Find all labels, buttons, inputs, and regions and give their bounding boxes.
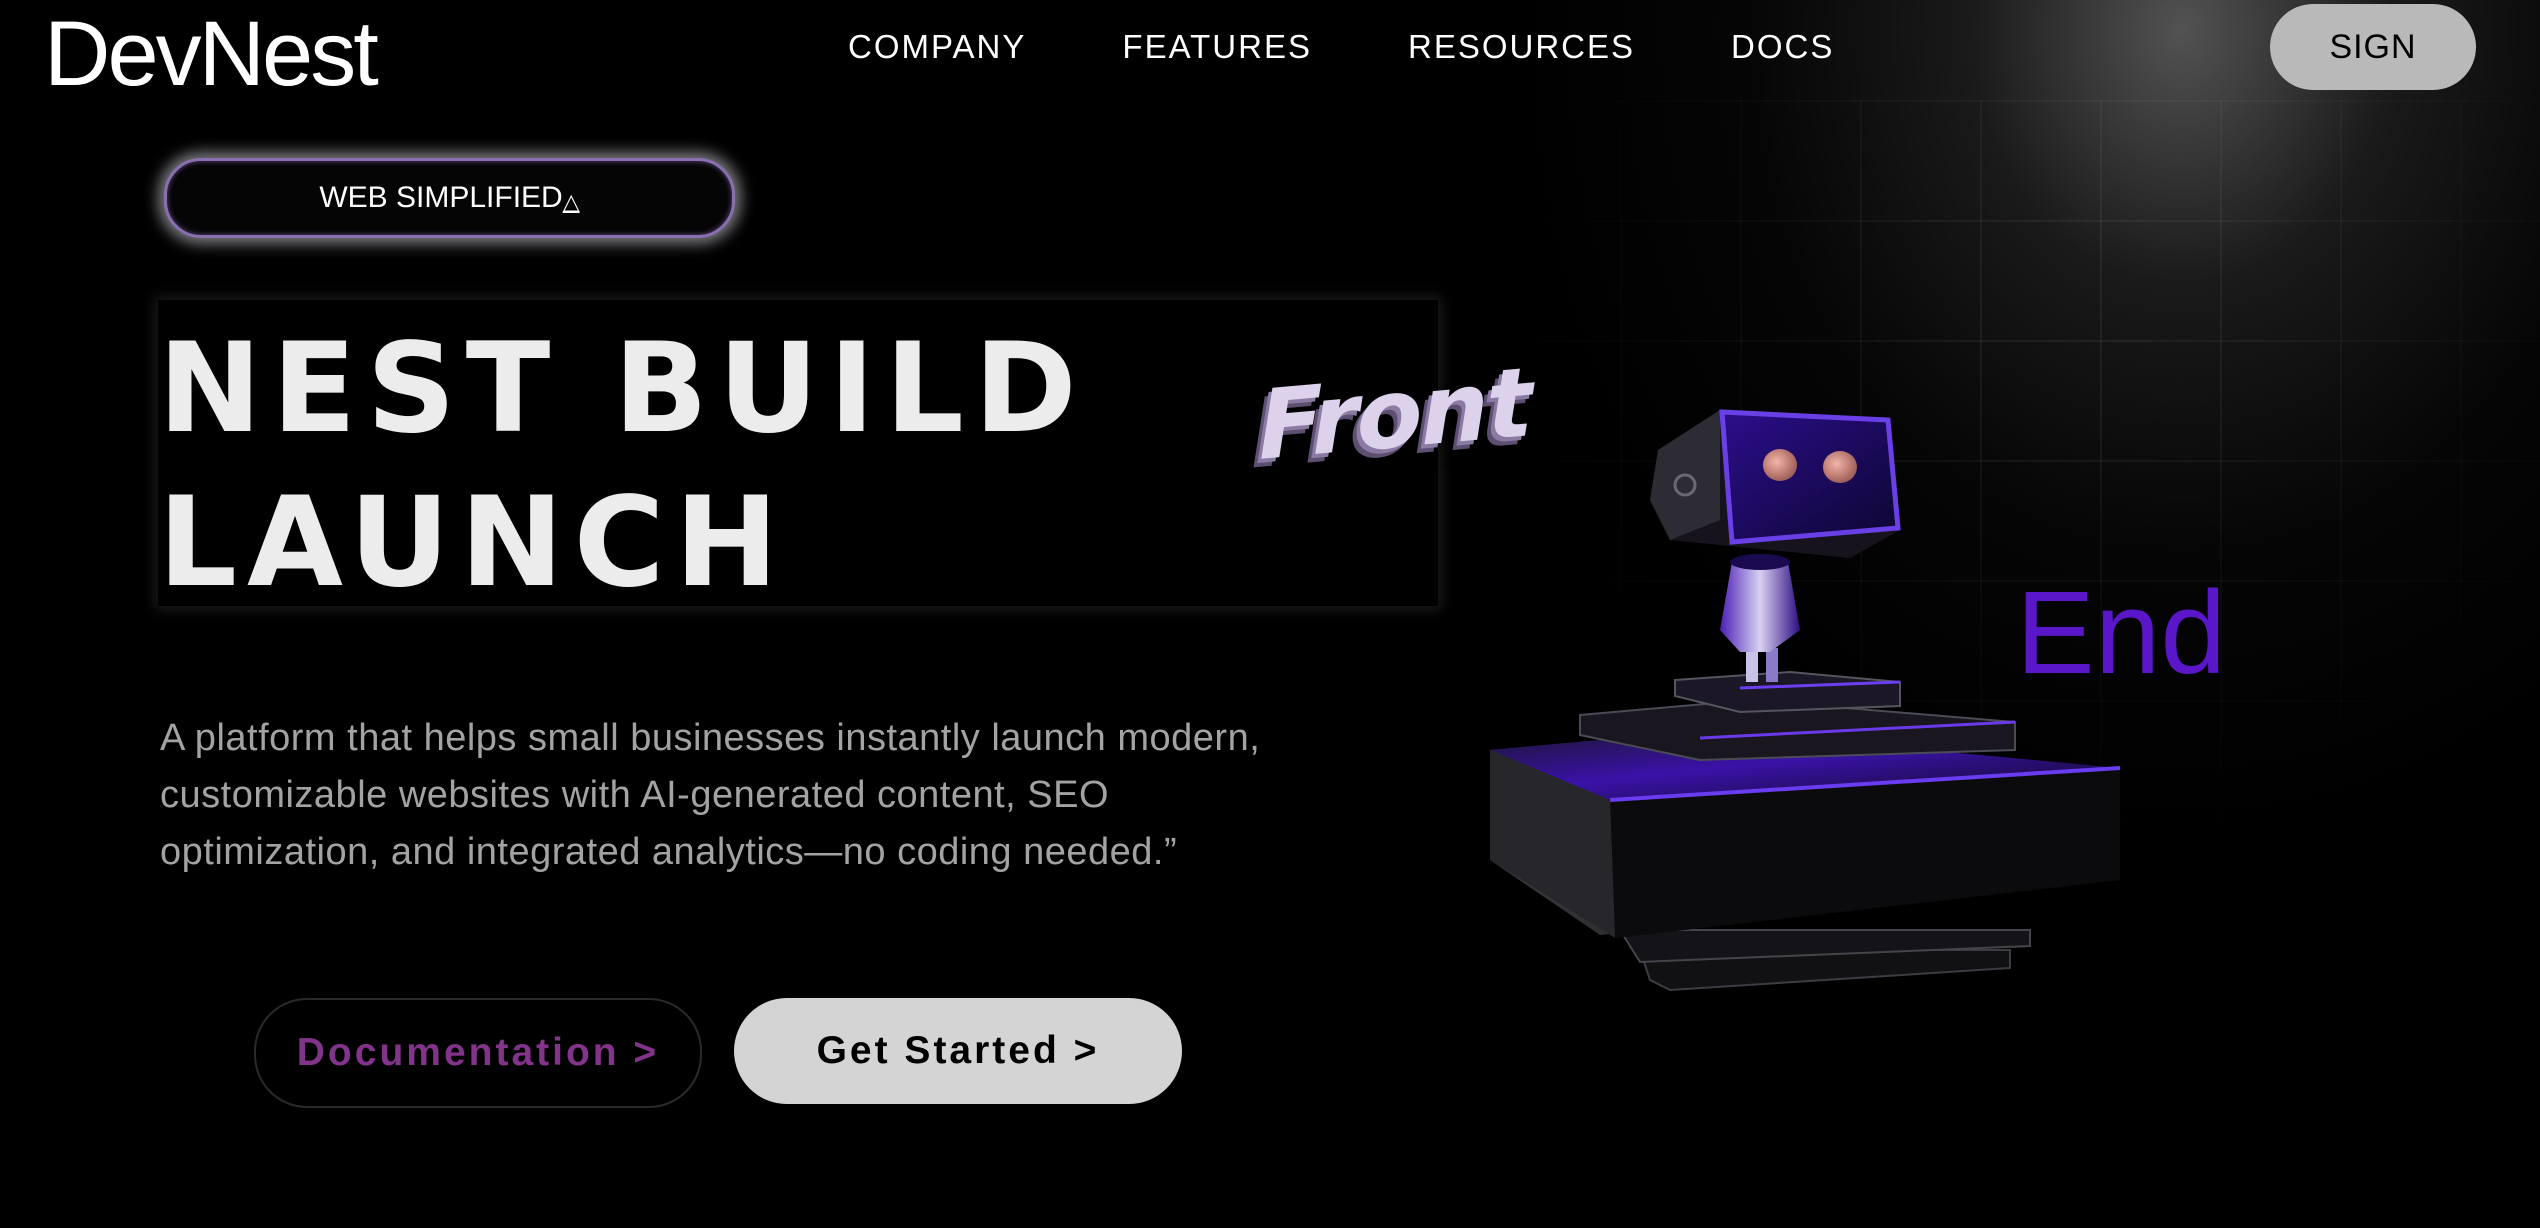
robot-on-podium-icon	[1490, 409, 2121, 992]
nav-item-resources[interactable]: RESOURCES	[1408, 28, 1635, 66]
nav-item-docs[interactable]: DOCS	[1731, 28, 1834, 66]
headline-line-1: NEST BUILD	[158, 317, 1087, 461]
nav-item-company[interactable]: COMPANY	[848, 28, 1026, 66]
triangle-icon: △	[562, 189, 580, 214]
sign-button[interactable]: SIGN	[2270, 4, 2476, 90]
web-simplified-badge: WEB SIMPLIFIED △	[164, 158, 735, 238]
documentation-button[interactable]: Documentation >	[254, 998, 702, 1108]
headline-line-2: LAUNCH	[158, 471, 789, 615]
nav-item-features[interactable]: FEATURES	[1122, 28, 1312, 66]
get-started-button[interactable]: Get Started >	[734, 998, 1182, 1104]
main-nav: COMPANY FEATURES RESOURCES DOCS	[848, 28, 1834, 66]
hero-description: A platform that helps small businesses i…	[160, 717, 1261, 873]
badge-label: WEB SIMPLIFIED	[319, 181, 563, 214]
headline: NEST BUILD LAUNCH	[158, 312, 1087, 620]
logo[interactable]: DevNest	[44, 2, 379, 107]
